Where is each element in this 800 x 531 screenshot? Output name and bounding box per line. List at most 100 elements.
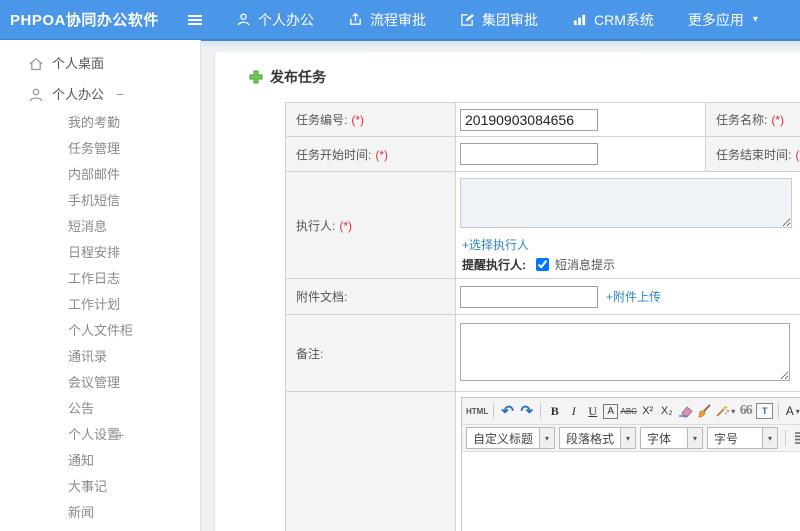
eraser-button[interactable] xyxy=(677,401,694,421)
sidebar-item-label: 工作计划 xyxy=(68,297,121,312)
top-header: PHPOA协同办公软件 个人办公 流程审批 集团审批 CRM系统 更多应用 ▾ xyxy=(0,0,800,40)
rich-text-editor: HTML ↶ ↷ B I U A ABC X² X₂ ▾ 66 T A ▾ 自定… xyxy=(461,397,800,531)
sidebar-item-short-message[interactable]: 短消息 xyxy=(0,214,200,240)
remark-textarea[interactable] xyxy=(460,323,790,381)
sidebar-item-label: 内部邮件 xyxy=(68,167,121,182)
panel-top-band xyxy=(201,40,800,52)
description-label: 任务描述:(*) xyxy=(285,391,456,531)
sidebar-item-news[interactable]: 新闻 xyxy=(0,500,200,526)
select-executor-link[interactable]: +选择执行人 xyxy=(462,236,800,253)
start-time-input[interactable] xyxy=(460,143,598,165)
attachment-input[interactable] xyxy=(460,285,598,308)
redo-icon[interactable]: ↷ xyxy=(518,401,535,421)
sidebar-item-meeting-management[interactable]: 会议管理 xyxy=(0,370,200,396)
bold-button[interactable]: B xyxy=(546,401,563,421)
sidebar-item-internal-mail[interactable]: 内部邮件 xyxy=(0,162,200,188)
sms-remind-checkbox[interactable] xyxy=(536,258,549,271)
sidebar-item-desktop[interactable]: 个人桌面 xyxy=(0,48,200,79)
italic-button[interactable]: I xyxy=(565,401,582,421)
required-mark: (*) xyxy=(795,147,800,162)
content-area: 个人桌面 个人办公 − 我的考勤 任务管理 内部邮件 手机短信 短消息 日程安排… xyxy=(0,40,800,531)
page-title: 发布任务 xyxy=(215,52,800,87)
chevron-down-icon: ▾ xyxy=(795,406,800,416)
sidebar-item-task-management[interactable]: 任务管理 xyxy=(0,136,200,162)
superscript-button[interactable]: X² xyxy=(639,401,656,421)
custom-heading-select[interactable]: 自定义标题 ▾ xyxy=(466,427,556,449)
sidebar-item-contacts[interactable]: 通讯录 xyxy=(0,344,200,370)
sidebar-item-notice[interactable]: 通知 xyxy=(0,448,200,474)
attachment-label: 附件文档: xyxy=(285,278,456,315)
publish-task-form: 任务编号:(*) 任务名称:(*) 任务开始时间:(*) xyxy=(285,102,800,531)
required-mark: (*) xyxy=(339,218,353,233)
underline-button[interactable]: U xyxy=(584,401,601,421)
bar-chart-icon xyxy=(573,14,586,26)
font-style-button[interactable]: A xyxy=(603,403,619,419)
nav-personal-office[interactable]: 个人办公 xyxy=(236,10,314,30)
chevron-down-icon: ▾ xyxy=(620,428,636,448)
sidebar-item-memorabilia[interactable]: 大事记 xyxy=(0,474,200,500)
expand-icon[interactable]: + xyxy=(116,422,124,448)
format-brush-button[interactable] xyxy=(696,401,713,421)
sidebar-item-schedule[interactable]: 日程安排 xyxy=(0,240,200,266)
paragraph-format-select[interactable]: 段落格式 ▾ xyxy=(559,427,637,449)
remind-label: 提醒执行人: xyxy=(462,258,526,272)
sidebar-item-my-attendance[interactable]: 我的考勤 xyxy=(0,110,200,136)
executor-textarea[interactable] xyxy=(460,178,792,228)
font-color-letter: A xyxy=(785,404,794,418)
nav-label: 更多应用 xyxy=(687,11,744,28)
sidebar-item-label: 我的考勤 xyxy=(68,115,121,130)
select-value: 字号 xyxy=(714,431,739,446)
font-color-button[interactable]: A ▾ xyxy=(784,401,800,421)
strikethrough-button[interactable]: ABC xyxy=(620,401,637,421)
sidebar-item-label: 个人设置 xyxy=(68,427,121,442)
menu-toggle-button[interactable] xyxy=(178,0,212,40)
chevron-down-icon: ▾ xyxy=(539,428,555,448)
align-left-icon xyxy=(795,432,800,444)
brush-icon xyxy=(698,404,711,418)
add-icon xyxy=(249,70,263,84)
quick-format-button[interactable]: ▾ xyxy=(715,401,735,421)
sidebar-item-label: 新闻 xyxy=(68,505,95,520)
sidebar-item-personal-files[interactable]: 个人文件柜 xyxy=(0,318,200,344)
executor-label: 执行人: (*) xyxy=(285,171,456,279)
sidebar-item-personal-settings[interactable]: 个人设置 + xyxy=(0,422,200,448)
blockquote-button[interactable]: 66 xyxy=(737,401,754,421)
sidebar-group-personal-office[interactable]: 个人办公 − xyxy=(0,79,200,110)
sidebar-item-work-plan[interactable]: 工作计划 xyxy=(0,292,200,318)
sidebar-item-label: 会议管理 xyxy=(68,375,121,390)
sidebar-item-announcement[interactable]: 公告 xyxy=(0,396,200,422)
chevron-down-icon: ▾ xyxy=(731,406,736,416)
eraser-icon xyxy=(679,405,693,417)
edit-icon xyxy=(461,13,475,26)
nav-group-approval[interactable]: 集团审批 xyxy=(460,10,538,30)
nav-crm-system[interactable]: CRM系统 xyxy=(572,10,654,30)
editor-content-area[interactable] xyxy=(462,452,800,531)
sidebar-item-label: 个人办公 xyxy=(52,87,105,102)
sidebar-item-sms[interactable]: 手机短信 xyxy=(0,188,200,214)
attachment-upload-link[interactable]: +附件上传 xyxy=(606,288,661,305)
task-no-label: 任务编号: (*) xyxy=(285,102,456,137)
toolbar-separator xyxy=(540,403,542,419)
sidebar-item-label: 通讯录 xyxy=(68,349,108,364)
sidebar-item-work-log[interactable]: 工作日志 xyxy=(0,266,200,292)
magic-wand-icon xyxy=(716,405,730,417)
subscript-button[interactable]: X₂ xyxy=(658,401,675,421)
collapse-icon[interactable]: − xyxy=(116,79,124,110)
font-size-select[interactable]: 字号 ▾ xyxy=(707,427,779,449)
html-source-button[interactable]: HTML xyxy=(466,401,488,421)
user-icon xyxy=(237,13,250,26)
nav-workflow-approval[interactable]: 流程审批 xyxy=(348,10,426,30)
user-icon xyxy=(29,88,43,101)
align-left-button[interactable] xyxy=(793,428,800,448)
font-family-select[interactable]: 字体 ▾ xyxy=(640,427,704,449)
main-panel: 发布任务 任务编号:(*) 任务名称:(*) xyxy=(214,52,800,531)
nav-more-apps[interactable]: 更多应用 ▾ xyxy=(688,10,758,30)
undo-icon[interactable]: ↶ xyxy=(499,401,516,421)
paste-as-text-button[interactable]: T xyxy=(756,403,774,419)
task-no-input[interactable] xyxy=(460,108,598,131)
editor-toolbar-row2: 自定义标题 ▾ 段落格式 ▾ 字体 ▾ 字号 ▾ xyxy=(462,425,800,452)
share-up-icon xyxy=(350,12,361,25)
remind-executor-row: 提醒执行人: 短消息提示 xyxy=(462,256,800,273)
home-icon xyxy=(29,57,43,70)
end-time-label: 任务结束时间:(*) xyxy=(705,136,800,172)
